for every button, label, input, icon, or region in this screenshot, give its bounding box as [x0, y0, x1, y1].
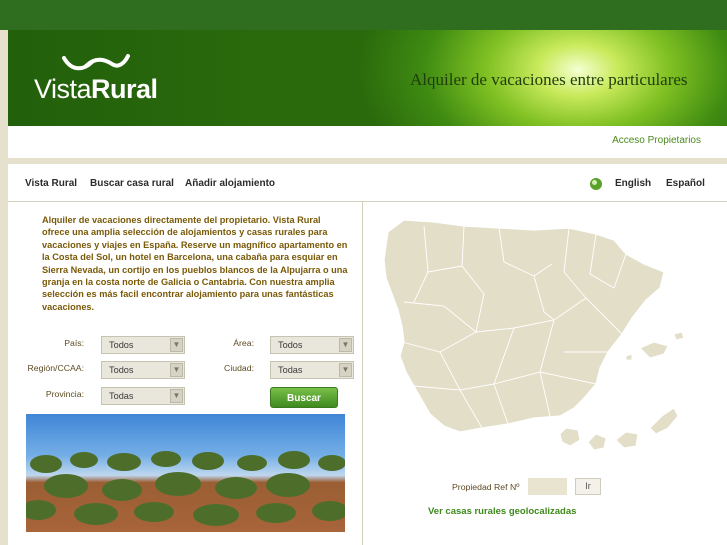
chevron-down-icon: ▼ [170, 389, 183, 403]
area-select-value: Todos [278, 340, 303, 350]
logo[interactable]: VistaRural [34, 74, 158, 105]
chevron-down-icon: ▼ [170, 363, 183, 377]
country-label: País: [64, 338, 84, 348]
area-select[interactable]: Todos ▼ [270, 336, 354, 354]
top-bar [0, 0, 727, 30]
region-select-value: Todos [109, 365, 134, 375]
province-select[interactable]: Todas ▼ [101, 387, 185, 405]
area-label: Área: [233, 338, 254, 348]
logo-swoosh-icon [62, 54, 130, 71]
chevron-down-icon: ▼ [339, 338, 352, 352]
city-select[interactable]: Todas ▼ [270, 361, 354, 379]
country-select-value: Todos [109, 340, 134, 350]
logo-bold-text: Rural [91, 74, 158, 104]
nav-item-buscar-casa-rural[interactable]: Buscar casa rural [90, 178, 174, 189]
spain-map[interactable] [364, 202, 727, 472]
main-panel: Vista Rural Buscar casa rural Añadir alo… [8, 164, 727, 545]
property-ref-label: Propiedad Ref Nº [452, 482, 520, 492]
nav-item-anadir-alojamiento[interactable]: Añadir alojamiento [185, 178, 275, 189]
owner-strip: Acceso Propietarios [8, 126, 727, 158]
province-select-value: Todas [109, 391, 134, 401]
olive-grove-photo [26, 414, 345, 532]
map-column: Propiedad Ref Nº Ir Ver casas rurales ge… [364, 202, 727, 545]
country-select[interactable]: Todos ▼ [101, 336, 185, 354]
property-ref-go-button[interactable]: Ir [575, 478, 601, 495]
chevron-down-icon: ▼ [170, 338, 183, 352]
chevron-down-icon: ▼ [339, 363, 352, 377]
search-column: Alquiler de vacaciones directamente del … [8, 202, 363, 545]
intro-text: Alquiler de vacaciones directamente del … [42, 215, 348, 312]
nav-item-vista-rural[interactable]: Vista Rural [25, 178, 77, 189]
tagline: Alquiler de vacaciones entre particulare… [410, 70, 688, 89]
language-english[interactable]: English [615, 178, 651, 189]
olive-grove-illustration [26, 451, 345, 526]
language-espanol[interactable]: Español [666, 178, 705, 189]
globe-icon [590, 178, 602, 190]
region-label: Región/CCAA: [27, 363, 85, 373]
header-banner: VistaRural Alquiler de vacaciones entre … [8, 30, 727, 126]
owner-access-link[interactable]: Acceso Propietarios [612, 135, 701, 146]
main-nav: Vista Rural Buscar casa rural Añadir alo… [8, 164, 727, 202]
city-select-value: Todas [278, 365, 303, 375]
city-label: Ciudad: [224, 363, 254, 373]
search-button[interactable]: Buscar [270, 387, 338, 408]
region-select[interactable]: Todos ▼ [101, 361, 185, 379]
province-label: Provincia: [45, 389, 84, 399]
logo-light-text: Vista [34, 74, 92, 104]
property-ref-input[interactable] [528, 478, 567, 495]
geolocated-houses-link[interactable]: Ver casas rurales geolocalizadas [428, 506, 576, 517]
